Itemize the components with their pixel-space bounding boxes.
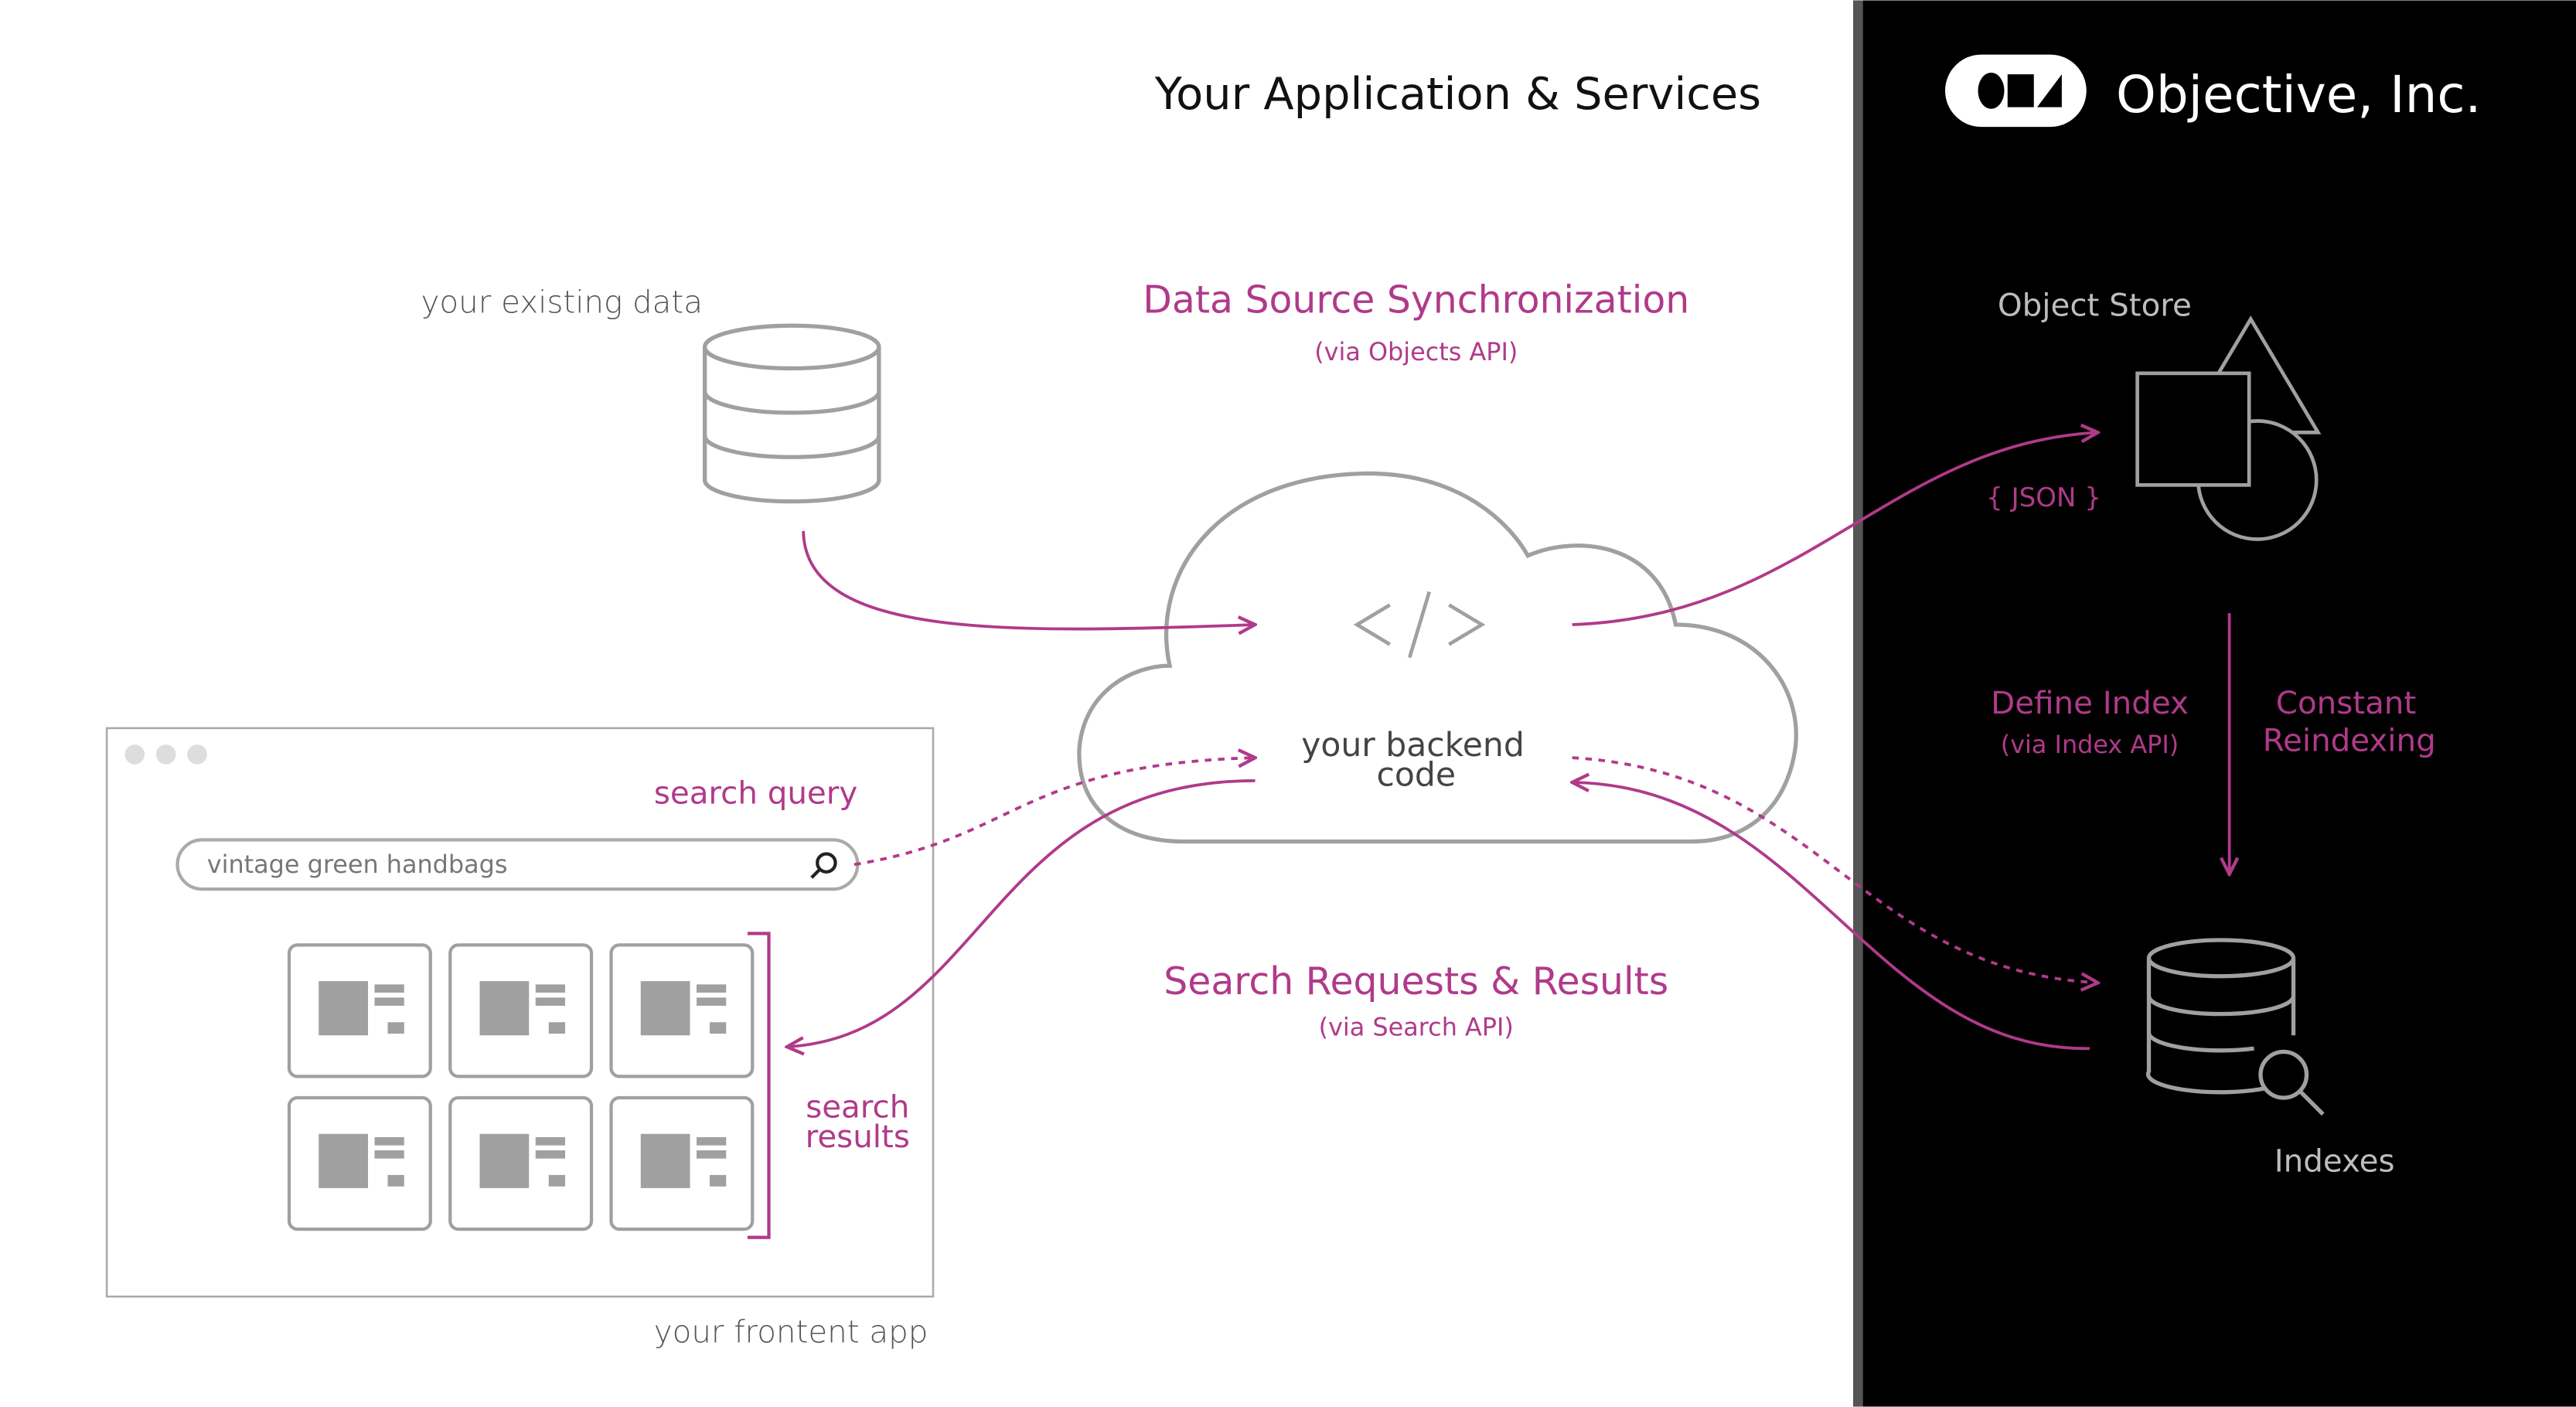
reindex-label-line1: Constant: [2276, 685, 2416, 721]
frontend-app-label: your frontent app: [654, 1314, 929, 1351]
search-input-value[interactable]: vintage green handbags: [207, 850, 508, 879]
search-results-label-line2: results: [806, 1119, 910, 1155]
object-store-label: Object Store: [1998, 288, 2192, 324]
window-dot: [187, 744, 207, 765]
result-card[interactable]: [287, 943, 432, 1078]
architecture-diagram: Your Application & Services Objective, I…: [105, 0, 2576, 1407]
search-subtitle: (via Search API): [1319, 1012, 1514, 1041]
app-title: Your Application & Services: [1154, 68, 1761, 120]
result-card[interactable]: [448, 943, 594, 1078]
database-icon: [702, 323, 881, 504]
code-icon: [1353, 591, 1486, 659]
panel-divider: [1853, 0, 1863, 1407]
window-dot: [124, 744, 145, 765]
sync-subtitle: (via Objects API): [1314, 337, 1518, 366]
sync-title: Data Source Synchronization: [1143, 278, 1689, 322]
objective-panel: [1853, 0, 2576, 1407]
define-index-label: Define Index: [1991, 685, 2189, 721]
result-card[interactable]: [287, 1095, 432, 1232]
search-query-label: search query: [654, 775, 857, 812]
reindex-label-line2: Reindexing: [2263, 723, 2436, 759]
brand-name: Objective, Inc.: [2116, 65, 2481, 124]
sync-arrow-data: [802, 530, 1255, 629]
window-dot: [155, 744, 176, 765]
result-card[interactable]: [448, 1095, 594, 1232]
existing-data-label: your existing data: [421, 284, 703, 320]
result-card[interactable]: [609, 943, 755, 1078]
backend-label-line2: code: [1377, 756, 1456, 794]
json-label: { JSON }: [1986, 482, 2101, 513]
indexes-label: Indexes: [2274, 1143, 2395, 1180]
search-title: Search Requests & Results: [1164, 959, 1668, 1003]
result-card[interactable]: [609, 1095, 755, 1232]
brand-logo-icon: [1945, 54, 2087, 128]
define-index-sub: (via Index API): [2001, 730, 2179, 759]
